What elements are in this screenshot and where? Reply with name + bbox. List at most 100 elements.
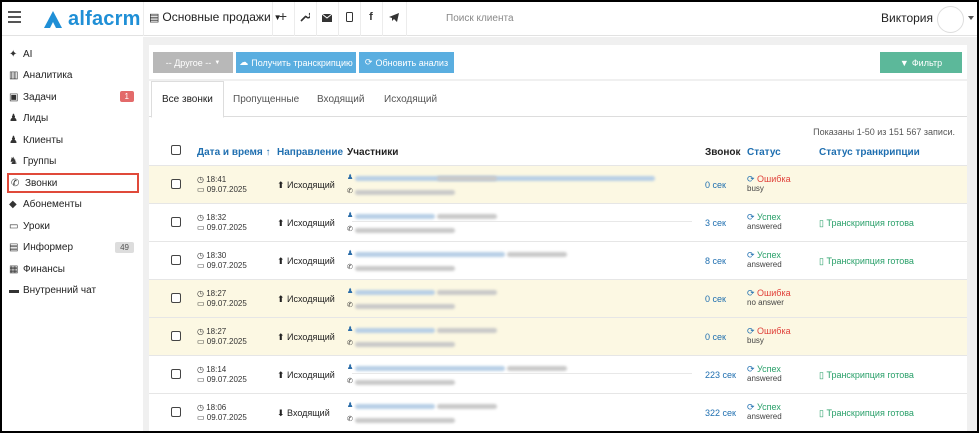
call-duration[interactable]: 3 сек — [705, 218, 726, 228]
transcription-label: Транскрипция готова — [826, 218, 914, 228]
column-datetime[interactable]: Дата и время ↑ — [197, 147, 271, 158]
table-row[interactable]: ◷ 18:27 ▭ 09.07.2025 ⬆ Исходящий ♟ ✆ 0 сек ⟳ О… — [149, 317, 967, 355]
table-row[interactable]: ◷ 18:14 ▭ 09.07.2025 ⬆ Исходящий ♟ ✆ 223 сек ⟳… — [149, 355, 967, 393]
column-status[interactable]: Статус — [747, 147, 781, 158]
row-checkbox[interactable] — [171, 407, 181, 417]
navbar-divider — [406, 2, 407, 36]
call-date: 09.07.2025 — [206, 185, 247, 194]
sidebar-item-11[interactable]: ▬ Внутренний чат — [9, 281, 136, 301]
calendar-icon: ▭ — [197, 299, 207, 308]
sidebar-item-9[interactable]: ▤ Информер 49 — [9, 238, 136, 258]
user-name[interactable]: Виктория — [881, 11, 933, 25]
tab-outgoing[interactable]: Исходящий — [374, 81, 447, 117]
logo[interactable]: alfacrm — [42, 7, 141, 31]
user-icon: ♟ — [347, 174, 354, 181]
call-datetime: ◷ 18:32 ▭ 09.07.2025 — [197, 213, 247, 233]
select-all-checkbox[interactable] — [171, 145, 181, 155]
plus-icon[interactable]: + — [276, 8, 290, 24]
clock-icon: ◷ — [197, 289, 207, 298]
status-refresh-icon: ⟳ — [747, 174, 758, 184]
sidebar-item-6[interactable]: ✆ Звонки — [7, 173, 139, 193]
hamburger-menu-icon[interactable] — [8, 11, 21, 23]
status-label: Успех — [757, 250, 781, 260]
client-search-input[interactable]: Поиск клиента — [446, 13, 514, 24]
tab-incoming[interactable]: Входящий — [307, 81, 374, 117]
tab-missed[interactable]: Пропущенные — [223, 81, 309, 117]
sidebar-item-0[interactable]: ✦ AI — [9, 44, 136, 64]
calendar-icon: ▭ — [197, 185, 207, 194]
sidebar-item-label: Клиенты — [23, 134, 64, 146]
phone-icon: ✆ — [347, 264, 353, 271]
other-actions-dropdown[interactable]: -- Другое -- ▼ — [153, 52, 233, 73]
client-icon: ♟ — [9, 134, 18, 146]
table-row[interactable]: ◷ 18:30 ▭ 09.07.2025 ⬆ Исходящий ♟ ✆ 8 сек ⟳ У… — [149, 241, 967, 279]
call-participants: ♟ ✆ — [347, 287, 697, 313]
wrench-icon[interactable] — [298, 11, 312, 25]
call-datetime: ◷ 18:30 ▭ 09.07.2025 — [197, 251, 247, 271]
row-checkbox[interactable] — [171, 293, 181, 303]
sidebar-item-4[interactable]: ♟ Клиенты — [9, 130, 136, 150]
avatar[interactable] — [937, 6, 964, 33]
table-row[interactable]: ◷ 18:27 ▭ 09.07.2025 ⬆ Исходящий ♟ ✆ 0 сек ⟳ О… — [149, 279, 967, 317]
sidebar-item-8[interactable]: ▭ Уроки — [9, 216, 136, 236]
transcription-link[interactable]: ▯ Транскрипция готова — [819, 218, 914, 229]
call-duration[interactable]: 0 сек — [705, 332, 726, 342]
facebook-icon[interactable]: f — [364, 11, 378, 23]
sidebar-item-5[interactable]: ♞ Группы — [9, 152, 136, 172]
redacted-phone — [437, 404, 497, 409]
column-participants: Участники — [347, 147, 399, 158]
phone-icon: ✆ — [347, 378, 353, 385]
tab-all-calls[interactable]: Все звонки — [151, 81, 224, 118]
phone-icon: ✆ — [347, 302, 353, 309]
sidebar-item-3[interactable]: ♟ Лиды — [9, 109, 136, 129]
column-direction[interactable]: Направление — [277, 147, 343, 158]
status-refresh-icon: ⟳ — [747, 288, 758, 298]
table-row[interactable]: ◷ 18:32 ▭ 09.07.2025 ⬆ Исходящий ♟ ✆ 3 сек ⟳ У… — [149, 203, 967, 241]
transcription-link[interactable]: ▯ Транскрипция готова — [819, 370, 914, 381]
user-menu-chevron-icon[interactable] — [968, 16, 974, 20]
get-transcription-button[interactable]: ☁ Получить транскрипцию — [236, 52, 356, 73]
redacted-participant — [355, 404, 435, 409]
filter-button[interactable]: ▼ Фильтр — [880, 52, 962, 73]
table-row[interactable]: ◷ 18:06 ▭ 09.07.2025 ⬇ Входящий ♟ ✆ 322 сек ⟳ … — [149, 393, 967, 431]
telegram-icon[interactable] — [387, 11, 401, 25]
redacted-employee — [355, 418, 455, 423]
envelope-icon[interactable] — [320, 11, 334, 25]
transcription-link[interactable]: ▯ Транскрипция готова — [819, 256, 914, 267]
row-checkbox[interactable] — [171, 331, 181, 341]
arrow-down-icon: ⬇ — [277, 408, 288, 418]
transcription-link[interactable]: ▯ Транскрипция готова — [819, 408, 914, 419]
status-label: Успех — [757, 402, 781, 412]
row-checkbox[interactable] — [171, 179, 181, 189]
sidebar-item-2[interactable]: ▣ Задачи 1 — [9, 87, 136, 107]
row-checkbox[interactable] — [171, 369, 181, 379]
clock-icon: ◷ — [197, 175, 207, 184]
call-duration[interactable]: 0 сек — [705, 180, 726, 190]
refresh-analysis-button[interactable]: ⟳ Обновить анализ — [359, 52, 454, 73]
arrow-up-icon: ⬆ — [277, 294, 288, 304]
call-date: 09.07.2025 — [206, 261, 247, 270]
refresh-analysis-label: Обновить анализ — [375, 57, 449, 68]
analytics-icon: ▥ — [9, 70, 19, 81]
call-duration[interactable]: 322 сек — [705, 408, 736, 418]
mobile-icon[interactable] — [342, 11, 356, 25]
sidebar-item-label: Информер — [23, 242, 74, 253]
arrow-up-icon: ⬆ — [277, 256, 288, 266]
call-time: 18:27 — [206, 289, 227, 298]
call-duration[interactable]: 223 сек — [705, 370, 736, 380]
sidebar-item-1[interactable]: ▥ Аналитика — [9, 66, 136, 86]
table-row[interactable]: ◷ 18:41 ▭ 09.07.2025 ⬆ Исходящий ♟ ✆ 0 сек ⟳ О… — [149, 165, 967, 203]
row-checkbox[interactable] — [171, 255, 181, 265]
sidebar-item-10[interactable]: ▦ Финансы — [9, 259, 136, 279]
call-duration[interactable]: 0 сек — [705, 294, 726, 304]
row-checkbox[interactable] — [171, 217, 181, 227]
call-duration[interactable]: 8 сек — [705, 256, 726, 266]
call-status: ⟳ Успех answered — [747, 212, 782, 232]
column-transcription-status[interactable]: Статус транкрипции — [819, 147, 920, 158]
clock-icon: ◷ — [197, 365, 207, 374]
arrow-up-icon: ⬆ — [277, 218, 288, 228]
refresh-icon: ⟳ — [364, 57, 373, 67]
sidebar-item-7[interactable]: ◆ Абонементы — [9, 195, 136, 215]
calls-panel: Все звонки Пропущенные Входящий Исходящи… — [149, 81, 967, 431]
business-selector[interactable]: ▤ Основные продажи ▼ — [149, 10, 282, 24]
